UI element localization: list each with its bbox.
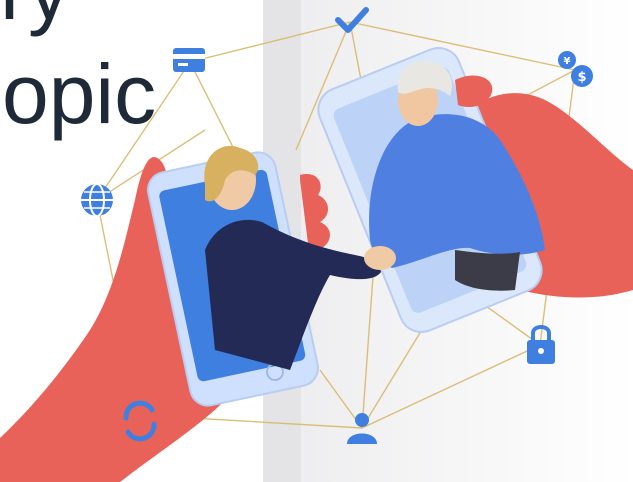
handshake [364, 246, 396, 270]
svg-text:$: $ [577, 70, 586, 85]
handshake-illustration: ¥ $ [0, 0, 633, 482]
globe-icon [81, 183, 113, 217]
credit-card-icon [173, 48, 205, 72]
svg-text:¥: ¥ [564, 56, 571, 67]
man-pants [455, 250, 520, 291]
